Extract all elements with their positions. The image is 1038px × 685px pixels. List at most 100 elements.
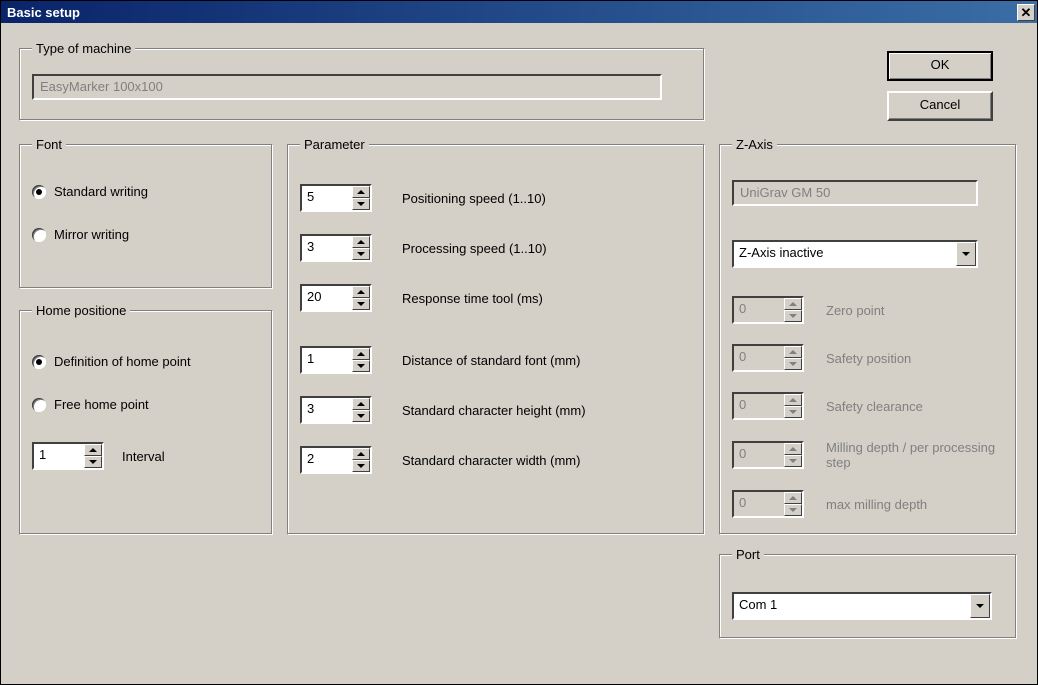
distance-font-up[interactable] xyxy=(352,348,370,360)
char-height-spinner[interactable]: 3 xyxy=(300,396,372,424)
processing-speed-value[interactable]: 3 xyxy=(302,236,352,260)
machine-type-value: EasyMarker 100x100 xyxy=(40,79,163,94)
arrow-down-icon xyxy=(789,314,797,318)
arrow-up-icon xyxy=(357,452,365,456)
zero-point-spinner: 0 xyxy=(732,296,804,324)
arrow-down-icon xyxy=(789,459,797,463)
arrow-down-icon xyxy=(357,464,365,468)
group-z-axis-legend: Z-Axis xyxy=(732,137,777,152)
distance-font-down[interactable] xyxy=(352,360,370,372)
client-area: OK Cancel Type of machine EasyMarker 100… xyxy=(1,23,1037,684)
response-time-down[interactable] xyxy=(352,298,370,310)
max-milling-label: max milling depth xyxy=(826,497,1004,512)
radio-definition-home[interactable]: Definition of home point xyxy=(32,354,260,369)
group-home-position-legend: Home positione xyxy=(32,303,130,318)
arrow-up-icon xyxy=(357,352,365,356)
arrow-down-icon xyxy=(789,508,797,512)
char-height-value[interactable]: 3 xyxy=(302,398,352,422)
response-time-up[interactable] xyxy=(352,286,370,298)
response-time-label: Response time tool (ms) xyxy=(402,291,692,306)
distance-font-value[interactable]: 1 xyxy=(302,348,352,372)
ok-label: OK xyxy=(931,57,950,72)
group-port-legend: Port xyxy=(732,547,764,562)
interval-spinner[interactable]: 1 xyxy=(32,442,104,470)
arrow-up-icon xyxy=(789,447,797,451)
safety-position-label: Safety position xyxy=(826,351,1004,366)
interval-value[interactable]: 1 xyxy=(34,444,84,468)
arrow-up-icon xyxy=(789,398,797,402)
positioning-speed-down[interactable] xyxy=(352,198,370,210)
char-width-up[interactable] xyxy=(352,448,370,460)
zero-point-down xyxy=(784,310,802,322)
z-axis-mode-dropdown-button[interactable] xyxy=(956,242,976,266)
safety-position-value: 0 xyxy=(734,346,784,370)
response-time-value[interactable]: 20 xyxy=(302,286,352,310)
zero-point-up xyxy=(784,298,802,310)
chevron-down-icon xyxy=(976,604,984,608)
port-value: Com 1 xyxy=(734,594,970,618)
arrow-up-icon xyxy=(89,448,97,452)
machine-type-field: EasyMarker 100x100 xyxy=(32,74,662,100)
arrow-down-icon xyxy=(89,460,97,464)
processing-speed-down[interactable] xyxy=(352,248,370,260)
char-height-up[interactable] xyxy=(352,398,370,410)
char-width-label: Standard character width (mm) xyxy=(402,453,692,468)
arrow-down-icon xyxy=(789,410,797,414)
positioning-speed-up[interactable] xyxy=(352,186,370,198)
close-button[interactable]: ✕ xyxy=(1017,4,1035,21)
radio-free-home-indicator xyxy=(32,398,46,412)
processing-speed-up[interactable] xyxy=(352,236,370,248)
arrow-up-icon xyxy=(357,240,365,244)
milling-depth-value: 0 xyxy=(734,443,784,467)
group-font: Font Standard writing Mirror writing xyxy=(19,137,273,289)
safety-position-up xyxy=(784,346,802,358)
group-port: Port Com 1 xyxy=(719,547,1017,639)
radio-mirror-writing[interactable]: Mirror writing xyxy=(32,227,260,242)
z-axis-device-value: UniGrav GM 50 xyxy=(740,185,830,200)
arrow-up-icon xyxy=(357,290,365,294)
char-height-label: Standard character height (mm) xyxy=(402,403,692,418)
max-milling-down xyxy=(784,504,802,516)
radio-free-home[interactable]: Free home point xyxy=(32,397,260,412)
arrow-down-icon xyxy=(357,202,365,206)
processing-speed-label: Processing speed (1..10) xyxy=(402,241,692,256)
z-axis-mode-combo[interactable]: Z-Axis inactive xyxy=(732,240,978,268)
cancel-button[interactable]: Cancel xyxy=(887,91,993,121)
distance-font-spinner[interactable]: 1 xyxy=(300,346,372,374)
radio-standard-writing-label: Standard writing xyxy=(54,184,148,199)
response-time-spinner[interactable]: 20 xyxy=(300,284,372,312)
char-width-down[interactable] xyxy=(352,460,370,472)
radio-definition-home-indicator xyxy=(32,355,46,369)
ok-button[interactable]: OK xyxy=(887,51,993,81)
char-width-spinner[interactable]: 2 xyxy=(300,446,372,474)
radio-standard-writing[interactable]: Standard writing xyxy=(32,184,260,199)
safety-clearance-down xyxy=(784,406,802,418)
group-font-legend: Font xyxy=(32,137,66,152)
radio-free-home-label: Free home point xyxy=(54,397,149,412)
safety-clearance-value: 0 xyxy=(734,394,784,418)
char-width-value[interactable]: 2 xyxy=(302,448,352,472)
interval-down[interactable] xyxy=(84,456,102,468)
interval-up[interactable] xyxy=(84,444,102,456)
arrow-up-icon xyxy=(789,496,797,500)
group-parameter-legend: Parameter xyxy=(300,137,369,152)
port-combo[interactable]: Com 1 xyxy=(732,592,992,620)
positioning-speed-label: Positioning speed (1..10) xyxy=(402,191,692,206)
arrow-down-icon xyxy=(357,364,365,368)
safety-clearance-label: Safety clearance xyxy=(826,399,1004,414)
radio-definition-home-label: Definition of home point xyxy=(54,354,191,369)
positioning-speed-value[interactable]: 5 xyxy=(302,186,352,210)
safety-clearance-spinner: 0 xyxy=(732,392,804,420)
arrow-down-icon xyxy=(789,362,797,366)
processing-speed-spinner[interactable]: 3 xyxy=(300,234,372,262)
port-dropdown-button[interactable] xyxy=(970,594,990,618)
char-height-down[interactable] xyxy=(352,410,370,422)
title-bar: Basic setup ✕ xyxy=(1,1,1037,23)
positioning-speed-spinner[interactable]: 5 xyxy=(300,184,372,212)
safety-position-spinner: 0 xyxy=(732,344,804,372)
arrow-up-icon xyxy=(789,302,797,306)
radio-mirror-writing-label: Mirror writing xyxy=(54,227,129,242)
close-icon: ✕ xyxy=(1021,6,1032,19)
safety-clearance-up xyxy=(784,394,802,406)
milling-depth-down xyxy=(784,455,802,467)
